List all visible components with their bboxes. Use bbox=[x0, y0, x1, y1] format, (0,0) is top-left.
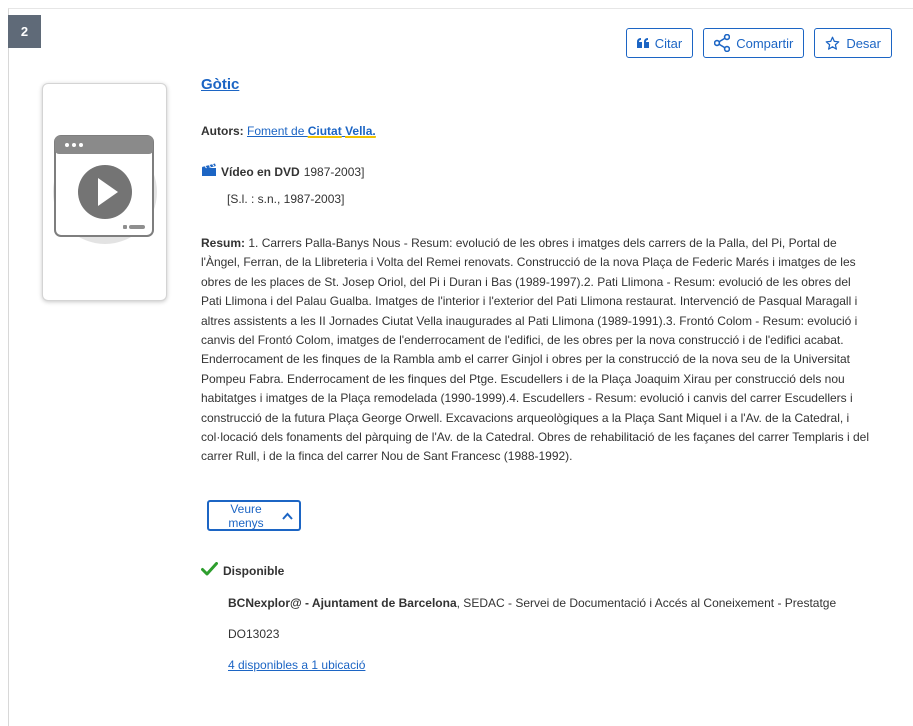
cite-label: Citar bbox=[654, 35, 683, 51]
library-location: BCNexplor@ - Ajuntament de Barcelona, SE… bbox=[228, 596, 836, 610]
share-icon bbox=[714, 34, 731, 52]
format-years: 1987-2003] bbox=[303, 164, 365, 179]
star-icon bbox=[825, 36, 840, 51]
summary: Resum: 1. Carrers Palla-Banys Nous - Res… bbox=[201, 234, 871, 467]
cite-button[interactable]: Citar bbox=[625, 28, 694, 58]
authors-label: Autors: bbox=[201, 124, 244, 138]
call-number: DO13023 bbox=[228, 627, 280, 641]
availability-line: Disponible bbox=[201, 562, 284, 579]
result-actions: Citar Compartir Desar bbox=[625, 28, 892, 58]
author-highlight-2: Vella. bbox=[345, 124, 376, 138]
author-highlight-1: Ciutat bbox=[307, 124, 342, 138]
format-type: Vídeo en DVD bbox=[221, 164, 300, 179]
chevron-up-icon bbox=[282, 509, 293, 523]
library-name: BCNexplor@ - Ajuntament de Barcelona bbox=[228, 596, 457, 610]
result-title-link[interactable]: Gòtic bbox=[201, 76, 239, 93]
availability-link[interactable]: 4 disponibles a 1 ubicació bbox=[228, 658, 365, 672]
save-label: Desar bbox=[846, 35, 881, 51]
checkmark-icon bbox=[201, 562, 218, 579]
quote-icon bbox=[636, 38, 649, 48]
summary-text: 1. Carrers Palla-Banys Nous - Resum: evo… bbox=[201, 236, 869, 464]
result-content: Gòtic Autors: Foment de Ciutat Vella. Ví… bbox=[201, 76, 871, 672]
authors-line: Autors: Foment de Ciutat Vella. bbox=[201, 124, 376, 138]
save-button[interactable]: Desar bbox=[814, 28, 892, 58]
share-button[interactable]: Compartir bbox=[703, 28, 805, 58]
video-thumbnail[interactable] bbox=[42, 83, 167, 301]
share-label: Compartir bbox=[736, 35, 794, 51]
availability-status: Disponible bbox=[223, 563, 285, 578]
video-play-icon bbox=[53, 135, 157, 244]
show-less-button[interactable]: Veure menys bbox=[207, 500, 301, 531]
publication-info: [S.l. : s.n., 1987-2003] bbox=[227, 192, 345, 206]
author-name-prefix: Foment de bbox=[247, 124, 308, 138]
author-link[interactable]: Foment de Ciutat Vella. bbox=[247, 124, 376, 138]
summary-label: Resum: bbox=[201, 236, 246, 250]
library-collection: , SEDAC - Servei de Documentació i Accés… bbox=[456, 596, 837, 610]
format-line: Vídeo en DVD 1987-2003] bbox=[201, 163, 364, 180]
show-less-label: Veure menys bbox=[228, 501, 264, 530]
video-clapper-icon bbox=[201, 163, 217, 180]
result-number-badge: 2 bbox=[8, 15, 41, 48]
